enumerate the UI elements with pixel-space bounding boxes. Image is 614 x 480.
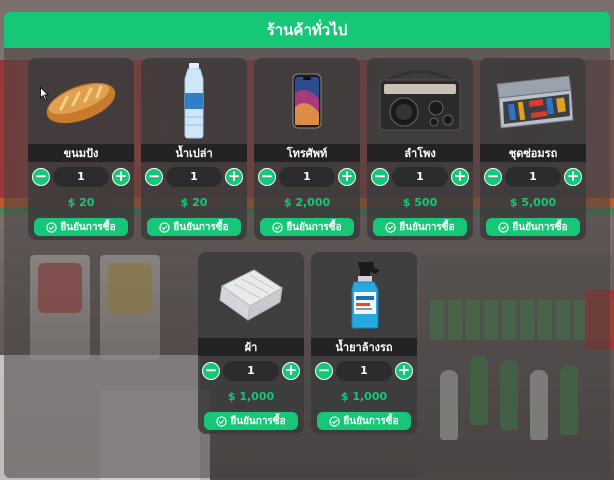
confirm-label: ยืนยันการซื้อ (286, 221, 342, 233)
increase-button[interactable]: + (112, 168, 130, 186)
quantity-stepper: − 1 + (254, 166, 360, 188)
quantity-input[interactable]: 1 (223, 361, 279, 381)
shop-modal: ร้านค้าทั่วไป ขนมปัง − 1 + $ 20 ยืนยันกา… (4, 12, 610, 478)
repair-kit-icon (480, 58, 586, 144)
increase-button[interactable]: + (282, 362, 300, 380)
quantity-stepper: − 1 + (141, 166, 247, 188)
price-label: $ 500 (367, 196, 473, 209)
decrease-button[interactable]: − (202, 362, 220, 380)
currency-symbol: $ (283, 196, 292, 209)
check-circle-icon (159, 221, 171, 233)
price-label: $ 5,000 (480, 196, 586, 209)
currency-symbol: $ (67, 196, 76, 209)
product-name: ชุดซ่อมรถ (480, 144, 586, 162)
shop-title-bar: ร้านค้าทั่วไป (4, 12, 610, 48)
currency-symbol: $ (227, 390, 236, 403)
price-value: 500 (414, 196, 438, 209)
decrease-button[interactable]: − (484, 168, 502, 186)
currency-symbol: $ (180, 196, 189, 209)
quantity-stepper: − 1 + (367, 166, 473, 188)
water-bottle-icon (141, 58, 247, 144)
decrease-button[interactable]: − (371, 168, 389, 186)
price-label: $ 20 (28, 196, 134, 209)
check-circle-icon (329, 415, 341, 427)
quantity-input[interactable]: 1 (53, 167, 109, 187)
product-name: น้ำเปล่า (141, 144, 247, 162)
currency-symbol: $ (402, 196, 411, 209)
currency-symbol: $ (509, 196, 518, 209)
increase-button[interactable]: + (225, 168, 243, 186)
product-name: น้ำยาล้างรถ (311, 338, 417, 356)
quantity-stepper: − 1 + (311, 360, 417, 382)
cloth-icon (198, 252, 304, 338)
price-label: $ 1,000 (198, 390, 304, 403)
confirm-label: ยืนยันการซื้อ (512, 221, 568, 233)
product-name: ลำโพง (367, 144, 473, 162)
confirm-label: ยืนยันการซื้อ (173, 221, 229, 233)
confirm-label: ยืนยันการซื้อ (343, 415, 399, 427)
quantity-input[interactable]: 1 (392, 167, 448, 187)
product-card-repair-kit: ชุดซ่อมรถ − 1 + $ 5,000 ยืนยันการซื้อ (480, 58, 586, 240)
shop-title: ร้านค้าทั่วไป (266, 21, 348, 39)
price-value: 1,000 (352, 390, 388, 403)
product-card-bread: ขนมปัง − 1 + $ 20 ยืนยันการซื้อ (28, 58, 134, 240)
product-card-car-wash: น้ำยาล้างรถ − 1 + $ 1,000 ยืนยันการซื้อ (311, 252, 417, 434)
price-label: $ 1,000 (311, 390, 417, 403)
confirm-purchase-button[interactable]: ยืนยันการซื้อ (486, 218, 580, 236)
product-name: โทรศัพท์ (254, 144, 360, 162)
price-value: 1,000 (239, 390, 275, 403)
confirm-purchase-button[interactable]: ยืนยันการซื้อ (373, 218, 467, 236)
currency-symbol: $ (340, 390, 349, 403)
quantity-input[interactable]: 1 (505, 167, 561, 187)
confirm-label: ยืนยันการซื้อ (230, 415, 286, 427)
check-circle-icon (385, 221, 397, 233)
quantity-stepper: − 1 + (28, 166, 134, 188)
quantity-input[interactable]: 1 (336, 361, 392, 381)
phone-icon (254, 58, 360, 144)
confirm-purchase-button[interactable]: ยืนยันการซื้อ (317, 412, 411, 430)
price-value: 5,000 (521, 196, 557, 209)
confirm-purchase-button[interactable]: ยืนยันการซื้อ (204, 412, 298, 430)
decrease-button[interactable]: − (145, 168, 163, 186)
increase-button[interactable]: + (395, 362, 413, 380)
increase-button[interactable]: + (338, 168, 356, 186)
confirm-purchase-button[interactable]: ยืนยันการซื้อ (260, 218, 354, 236)
bread-icon (28, 58, 134, 144)
confirm-purchase-button[interactable]: ยืนยันการซื้อ (147, 218, 241, 236)
confirm-label: ยืนยันการซื้อ (60, 221, 116, 233)
product-card-speaker: ลำโพง − 1 + $ 500 ยืนยันการซื้อ (367, 58, 473, 240)
confirm-label: ยืนยันการซื้อ (399, 221, 455, 233)
product-card-water: น้ำเปล่า − 1 + $ 20 ยืนยันการซื้อ (141, 58, 247, 240)
price-label: $ 2,000 (254, 196, 360, 209)
decrease-button[interactable]: − (32, 168, 50, 186)
radio-speaker-icon (367, 58, 473, 144)
increase-button[interactable]: + (564, 168, 582, 186)
quantity-input[interactable]: 1 (166, 167, 222, 187)
price-value: 20 (192, 196, 208, 209)
product-name: ผ้า (198, 338, 304, 356)
check-circle-icon (46, 221, 58, 233)
quantity-stepper: − 1 + (198, 360, 304, 382)
product-name: ขนมปัง (28, 144, 134, 162)
check-circle-icon (216, 415, 228, 427)
quantity-input[interactable]: 1 (279, 167, 335, 187)
quantity-stepper: − 1 + (480, 166, 586, 188)
decrease-button[interactable]: − (315, 362, 333, 380)
mouse-cursor-icon (40, 87, 49, 101)
price-label: $ 20 (141, 196, 247, 209)
product-card-cloth: ผ้า − 1 + $ 1,000 ยืนยันการซื้อ (198, 252, 304, 434)
price-value: 2,000 (295, 196, 331, 209)
check-circle-icon (272, 221, 284, 233)
decrease-button[interactable]: − (258, 168, 276, 186)
confirm-purchase-button[interactable]: ยืนยันการซื้อ (34, 218, 128, 236)
increase-button[interactable]: + (451, 168, 469, 186)
price-value: 20 (79, 196, 95, 209)
car-wash-spray-icon (311, 252, 417, 338)
check-circle-icon (498, 221, 510, 233)
product-card-phone: โทรศัพท์ − 1 + $ 2,000 ยืนยันการซื้อ (254, 58, 360, 240)
